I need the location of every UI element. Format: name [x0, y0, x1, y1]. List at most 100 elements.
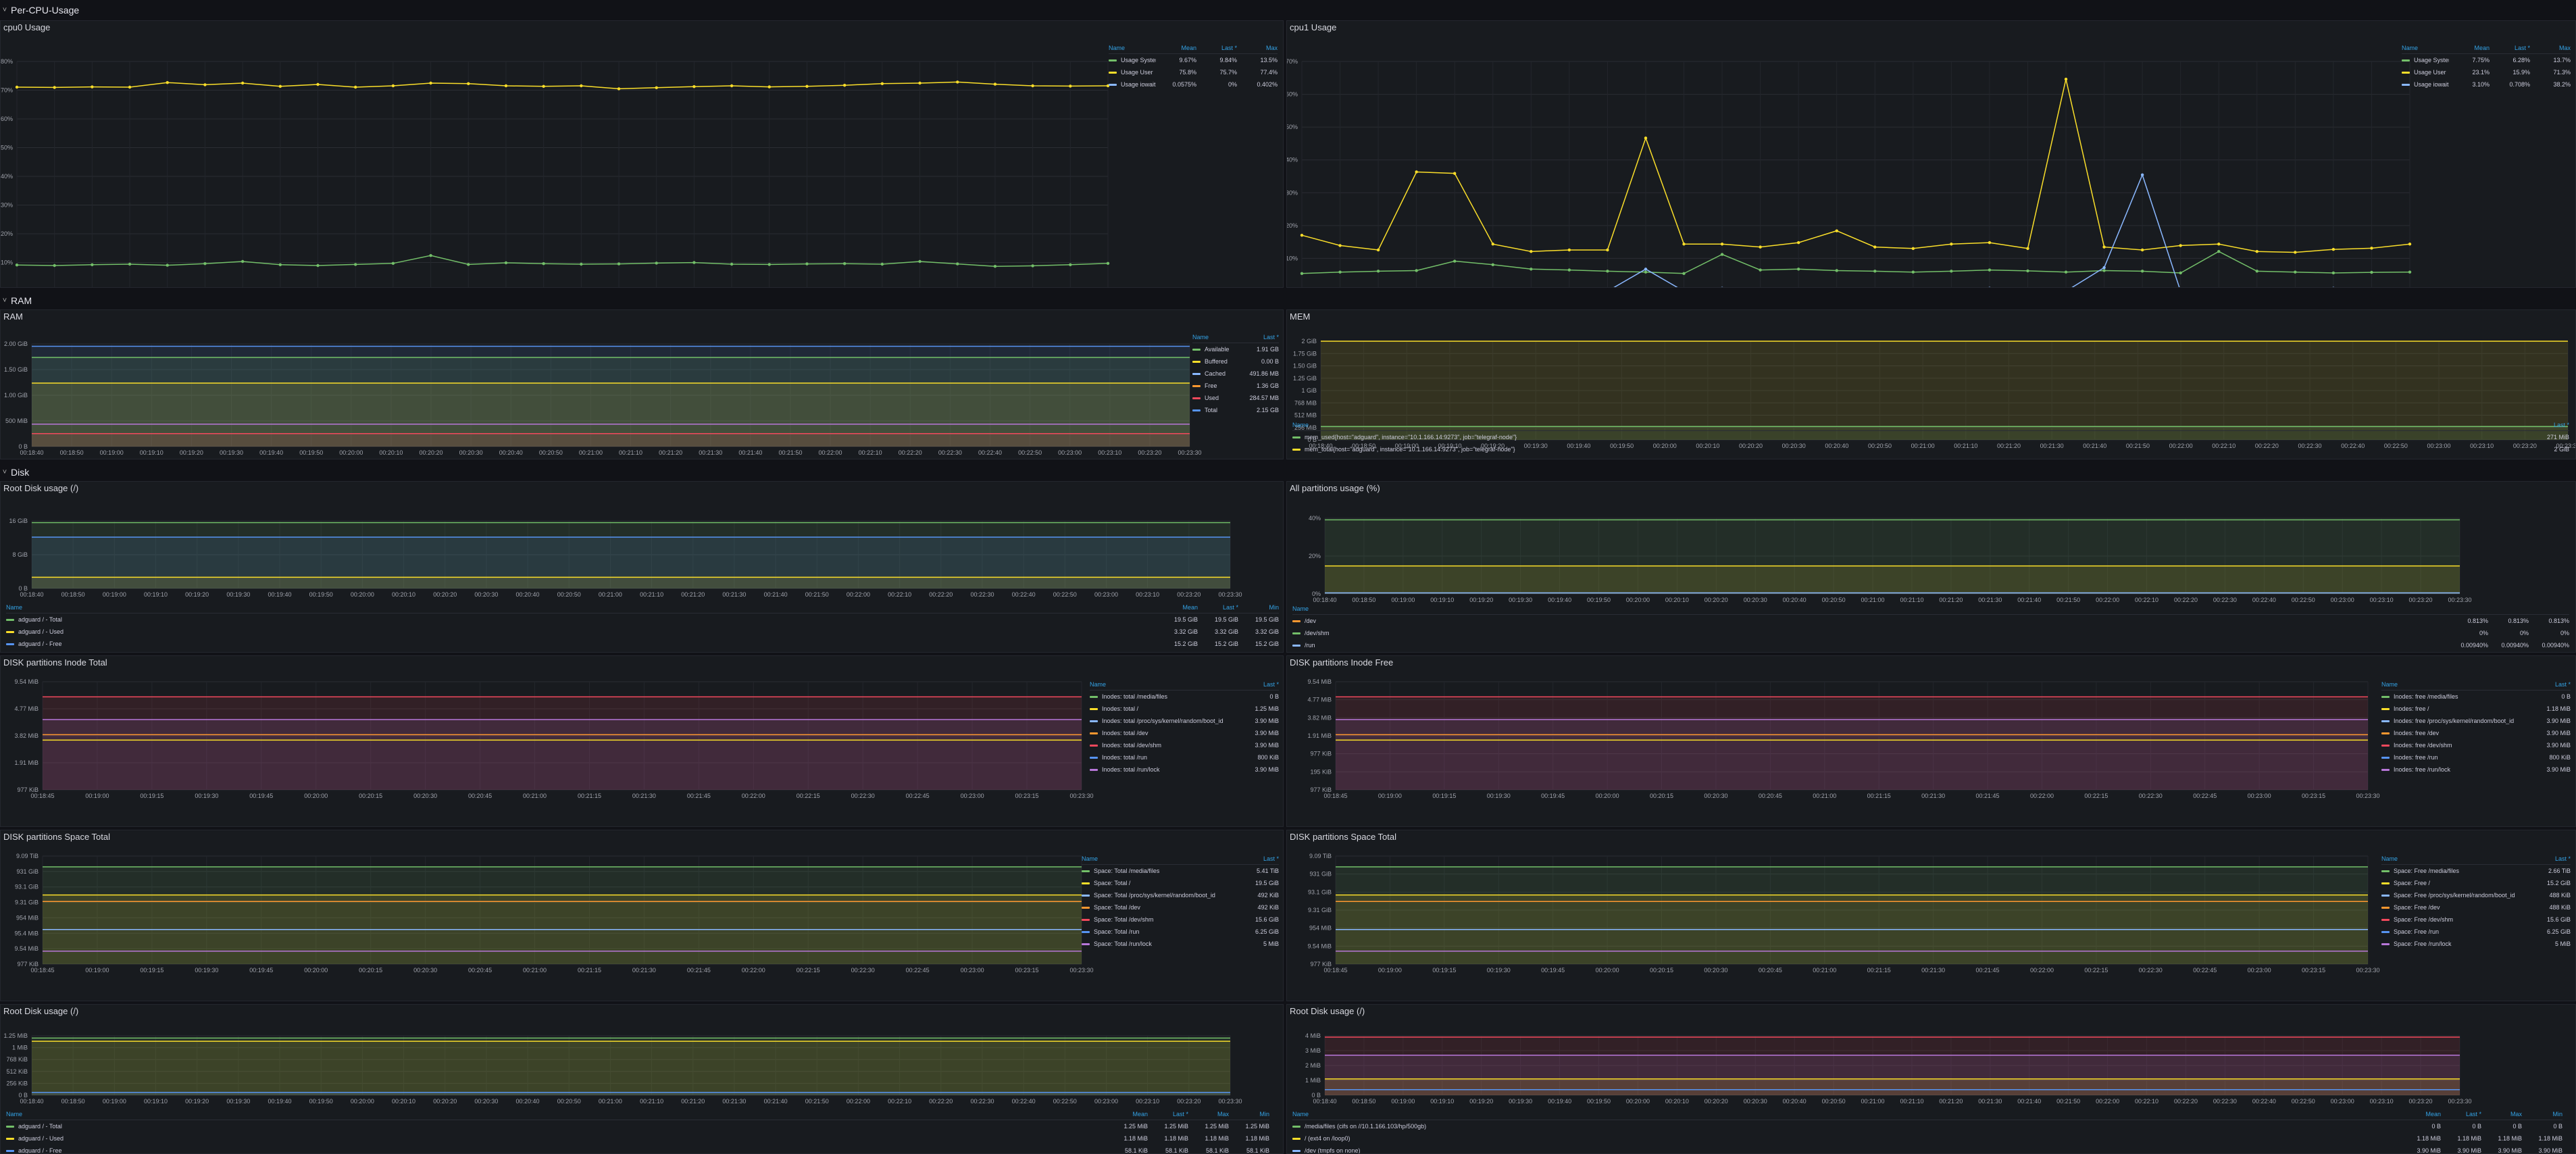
legend-col-header[interactable]: Name [6, 604, 1157, 611]
legend-col-header[interactable]: Name [2381, 681, 2530, 688]
legend-row[interactable]: /media/files (cifs on //10.1.166.103/hp/… [1292, 1120, 2562, 1132]
legend-col-header[interactable]: Mean [2400, 1111, 2441, 1118]
legend-row[interactable]: Space: Total /dev 492 KiB [1082, 901, 1279, 913]
legend-col-header[interactable]: Last * [2490, 45, 2530, 51]
legend-series-name[interactable]: Usage System [1109, 57, 1156, 64]
legend-row[interactable]: adguard / - Free 15.2 GiB 15.2 GiB 15.2 GiB [6, 638, 1279, 650]
row-header-1[interactable]: ˅ RAM [0, 292, 32, 309]
legend-row[interactable]: Usage System 9.67% 9.84% 13.5% [1109, 54, 1278, 66]
legend-series-name[interactable]: Inodes: total /run/lock [1090, 766, 1238, 773]
legend-row[interactable]: Space: Free /run/lock 5 MiB [2381, 938, 2571, 950]
legend-series-name[interactable]: Usage iowait [2402, 81, 2449, 88]
legend-col-header[interactable]: Last * [1238, 334, 1279, 341]
legend-row[interactable]: Usage iowait 0.0575% 0% 0.402% [1109, 78, 1278, 91]
legend-col-header[interactable]: Last * [2529, 422, 2569, 428]
legend-series-name[interactable]: Space: Total /media/files [1082, 868, 1238, 874]
legend-row[interactable]: Space: Total /run/lock 5 MiB [1082, 938, 1279, 950]
legend-row[interactable]: Usage System 7.75% 6.28% 13.7% [2402, 54, 2571, 66]
legend-series-name[interactable]: Cached [1192, 370, 1238, 377]
legend-series-name[interactable]: Inodes: total /run [1090, 754, 1238, 761]
legend-row[interactable]: Space: Free /dev 488 KiB [2381, 901, 2571, 913]
legend-row[interactable]: adguard / - Used 1.18 MiB 1.18 MiB 1.18 MiB… [6, 1132, 1269, 1145]
legend-col-header[interactable]: Max [1237, 45, 1278, 51]
legend-series-name[interactable]: Space: Total /proc/sys/kernel/random/boo… [1082, 892, 1238, 899]
legend-series-name[interactable]: adguard / - Used [6, 1135, 1107, 1142]
panel-inodefree[interactable]: DISK partitions Inode Free 977 KiB 195 KiB… [1286, 655, 2576, 827]
legend-col-header[interactable]: Mean [1156, 45, 1196, 51]
legend-row[interactable]: Inodes: free /dev/shm 3.90 MiB [2381, 739, 2571, 751]
legend-row[interactable]: mem_used{host="adguard", instance="10.1.… [1292, 431, 2569, 443]
legend-col-header[interactable]: Mean [1107, 1111, 1148, 1118]
legend-row[interactable]: Space: Total /dev/shm 15.6 GiB [1082, 913, 1279, 926]
legend-col-header[interactable]: Name [1292, 422, 2529, 428]
legend-row[interactable]: Space: Free / 15.2 GiB [2381, 877, 2571, 889]
legend-series-name[interactable]: adguard / - Free [6, 641, 1157, 647]
legend-col-header[interactable]: Last * [1238, 855, 1279, 862]
legend-series-name[interactable]: mem_total{host="adguard", instance="10.1… [1292, 446, 2529, 453]
legend-row[interactable]: adguard / - Total 19.5 GiB 19.5 GiB 19.5 Gi… [6, 613, 1279, 626]
legend-row[interactable]: Free 1.36 GB [1192, 380, 1279, 392]
legend-row[interactable]: Inodes: free / 1.18 MiB [2381, 703, 2571, 715]
legend-row[interactable]: /run/lock0%0%0% [1292, 651, 2569, 652]
legend-row[interactable]: Space: Free /run 6.25 GiB [2381, 926, 2571, 938]
legend-row[interactable]: Inodes: total /media/files 0 B [1090, 691, 1279, 703]
legend-row[interactable]: Available 1.91 GB [1192, 343, 1279, 355]
legend-series-name[interactable]: Available [1192, 346, 1238, 353]
legend-row[interactable]: Inodes: total /run/lock 3.90 MiB [1090, 763, 1279, 776]
legend-series-name[interactable]: Buffered [1192, 358, 1238, 365]
legend-series-name[interactable]: Inodes: free /run [2381, 754, 2530, 761]
legend-series-name[interactable]: Inodes: free /media/files [2381, 693, 2530, 700]
legend-row[interactable]: Space: Total /run 6.25 GiB [1082, 926, 1279, 938]
legend-series-name[interactable]: adguard / - Total [6, 1123, 1107, 1130]
legend-row[interactable]: Inodes: total /proc/sys/kernel/random/bo… [1090, 715, 1279, 727]
legend-row[interactable]: Total 2.15 GB [1192, 404, 1279, 416]
legend-series-name[interactable]: Usage User [2402, 69, 2449, 76]
legend-col-header[interactable]: Last * [2441, 1111, 2481, 1118]
legend-row[interactable]: Usage User 23.1% 15.9% 71.3% [2402, 66, 2571, 78]
panel-inodetotal[interactable]: DISK partitions Inode Total 977 KiB 1.91 M… [0, 655, 1284, 827]
legend-col-header[interactable]: Name [1292, 1111, 2400, 1118]
row-header-0[interactable]: ˅ Per-CPU-Usage [0, 1, 79, 19]
legend-series-name[interactable]: Space: Free /proc/sys/kernel/random/boot… [2381, 892, 2530, 899]
legend-col-header[interactable]: Min [2522, 1111, 2562, 1118]
panel-allparts[interactable]: All partitions usage (%) 0% 20% 40% 00:18:40… [1286, 481, 2576, 653]
legend-series-name[interactable]: Usage User [1109, 69, 1156, 76]
legend-row[interactable]: Inodes: total /dev 3.90 MiB [1090, 727, 1279, 739]
legend-series-name[interactable]: /dev (tmpfs on none) [1292, 1147, 2400, 1153]
legend-series-name[interactable]: Space: Free / [2381, 880, 2530, 886]
panel-rootdisk3[interactable]: Root Disk usage (/) 0 B1 MiB 2 MiB 3 MiB 4 M… [1286, 1004, 2576, 1154]
legend-row[interactable]: /dev 0.813% 0.813% 0.813% [1292, 615, 2569, 627]
legend-row[interactable]: Space: Free /dev/shm 15.6 GiB [2381, 913, 2571, 926]
legend-series-name[interactable]: Space: Total /dev [1082, 904, 1238, 911]
legend-series-name[interactable]: Space: Free /run [2381, 928, 2530, 935]
legend-col-header[interactable]: Last * [2530, 681, 2571, 688]
legend-series-name[interactable]: Inodes: free /dev/shm [2381, 742, 2530, 749]
panel-cpu1[interactable]: cpu1 Usage 0% 10% 20% 30% 40% 50% 60% 70% 00:18:4… [1286, 20, 2576, 288]
panel-spacetotal2[interactable]: DISK partitions Space Total 977 KiB 9.54 M… [1286, 830, 2576, 1001]
legend-series-name[interactable]: Inodes: free /dev [2381, 730, 2530, 736]
legend-series-name[interactable]: Space: Total /run/lock [1082, 940, 1238, 947]
legend-series-name[interactable]: Total [1192, 407, 1238, 413]
legend-row[interactable]: Space: Total /proc/sys/kernel/random/boo… [1082, 889, 1279, 901]
legend-row[interactable]: Inodes: free /run 800 KiB [2381, 751, 2571, 763]
legend-row[interactable]: adguard / - Used 3.32 GiB 3.32 GiB 3.32 GiB [6, 626, 1279, 638]
legend-series-name[interactable]: Space: Total /run [1082, 928, 1238, 935]
legend-row[interactable]: Inodes: free /media/files 0 B [2381, 691, 2571, 703]
legend-row[interactable]: / (ext4 on /loop0) 1.18 MiB 1.18 MiB 1.18 M… [1292, 1132, 2562, 1145]
legend-col-header[interactable]: Last * [1238, 681, 1279, 688]
panel-spacetotal[interactable]: DISK partitions Space Total 977 KiB 9.54 M… [0, 830, 1284, 1001]
legend-row[interactable]: Inodes: total /dev/shm 3.90 MiB [1090, 739, 1279, 751]
legend-col-header[interactable]: Last * [1196, 45, 1237, 51]
legend-col-header[interactable]: Last * [1148, 1111, 1188, 1118]
legend-col-header[interactable]: Name [1109, 45, 1156, 51]
legend-col-header[interactable]: Mean [1157, 604, 1198, 611]
legend-col-header[interactable]: Name [1082, 855, 1238, 862]
legend-col-header[interactable]: Name [2402, 45, 2449, 51]
legend-series-name[interactable]: Used [1192, 395, 1238, 401]
legend-row[interactable]: /dev (tmpfs on none) 3.90 MiB 3.90 MiB 3.90… [1292, 1145, 2562, 1153]
legend-row[interactable]: mem_total{host="adguard", instance="10.1… [1292, 443, 2569, 455]
legend-row[interactable]: adguard / - Total 1.25 MiB 1.25 MiB 1.25 Mi… [6, 1120, 1269, 1132]
legend-series-name[interactable]: Space: Free /dev/shm [2381, 916, 2530, 923]
legend-col-header[interactable]: Last * [1198, 604, 1238, 611]
legend-series-name[interactable]: /run [1292, 642, 2448, 649]
